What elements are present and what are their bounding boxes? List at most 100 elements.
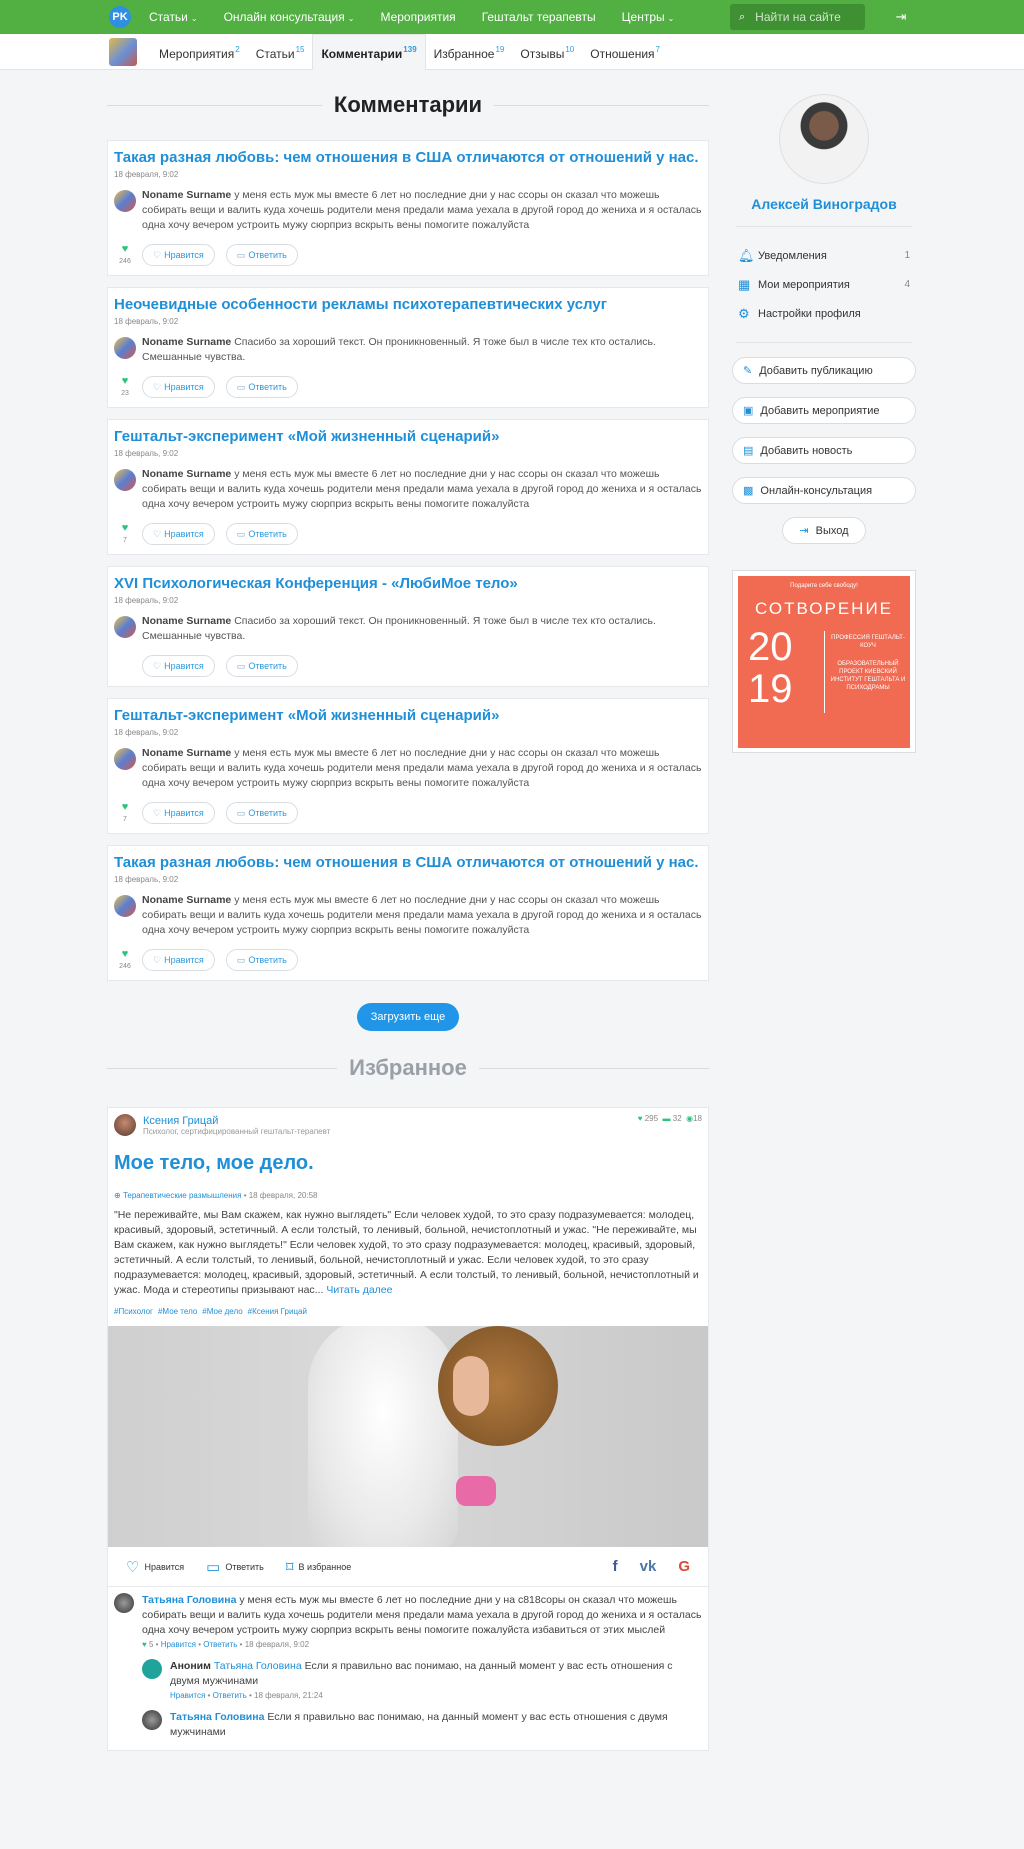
comments-heading: Комментарии [107, 92, 709, 118]
profile-avatar[interactable] [779, 94, 869, 184]
author-avatar[interactable] [114, 1114, 136, 1136]
ad-banner[interactable]: Подарите себе свободу! СОТВОРЕНИЕ 20 19 П… [732, 570, 916, 753]
comment-text: Noname Surname Спасибо за хороший текст.… [142, 615, 656, 642]
comment-post-title[interactable]: Неочевидные особенности рекламы психотер… [114, 296, 702, 314]
commenter-avatar[interactable] [114, 337, 136, 359]
nav-link-online-consult[interactable]: Онлайн консультация ⌄ [224, 10, 355, 24]
comment-reply: Татьяна Головина Если я правильно вас по… [142, 1710, 702, 1740]
like-button[interactable]: ♡ Нравится [142, 655, 215, 677]
tab-comments[interactable]: Комментарии 139 [312, 34, 426, 70]
commenter-avatar[interactable] [142, 1710, 162, 1730]
comment-date: 18 февраль, 9:02 [114, 317, 179, 326]
commenter-avatar[interactable] [114, 748, 136, 770]
heart-outline-icon: ♡ [153, 954, 162, 965]
nav-link-centers[interactable]: Центры ⌄ [622, 10, 675, 24]
gear-icon: ⚙ [738, 305, 750, 321]
commenter-avatar[interactable] [114, 190, 136, 212]
commenter-name[interactable]: Noname Surname [142, 894, 231, 906]
commenter-avatar[interactable] [114, 616, 136, 638]
google-icon[interactable]: G [678, 1558, 690, 1575]
commenter-name[interactable]: Noname Surname [142, 747, 231, 759]
like-button[interactable]: ♡ Нравится [142, 376, 215, 398]
reply-button[interactable]: ▭ Ответить [225, 802, 298, 824]
menu-notifications[interactable]: 🔔︎ Уведомления 1 [732, 241, 916, 270]
calendar-plus-icon: ▣ [743, 405, 754, 417]
like-button[interactable]: ♡ Нравится [142, 523, 215, 545]
reply-button[interactable]: ▭ Ответить [225, 244, 298, 266]
tag[interactable]: #Ксения Грицай [248, 1307, 307, 1316]
menu-profile-settings[interactable]: ⚙ Настройки профиля [732, 299, 916, 328]
article-title[interactable]: Мое тело, мое дело. [114, 1152, 702, 1175]
tag[interactable]: #Психолог [114, 1307, 153, 1316]
comment-card: XVI Психологическая Конференция - «ЛюбиМ… [107, 566, 709, 687]
read-more-link[interactable]: Читать далее [326, 1284, 392, 1296]
commenter-name[interactable]: Noname Surname [142, 336, 231, 348]
load-more-button[interactable]: Загрузить еще [357, 1003, 459, 1031]
add-event-button[interactable]: ▣ Добавить мероприятие [732, 397, 916, 424]
commenter-name[interactable]: Татьяна Головина [170, 1711, 264, 1723]
user-avatar[interactable] [109, 38, 137, 66]
like-button[interactable]: ♡ Нравится [142, 949, 215, 971]
vk-icon[interactable]: vk [640, 1558, 657, 1575]
reply-button[interactable]: ▭ Ответить [206, 1558, 264, 1576]
comment-icon: ▭ [236, 249, 246, 260]
site-logo[interactable]: PK [109, 6, 131, 28]
like-button[interactable]: ♡ Нравится [142, 244, 215, 266]
article-comments: Татьяна Головина у меня есть муж мы вмес… [108, 1587, 708, 1740]
favorite-article-card: Ксения Грицай Психолог, сертифицированны… [107, 1107, 709, 1751]
reply-button[interactable]: ▭ Ответить [225, 523, 298, 545]
tab-articles[interactable]: Статьи 15 [248, 36, 313, 70]
add-news-button[interactable]: ▤ Добавить новость [732, 437, 916, 464]
commenter-avatar[interactable] [114, 895, 136, 917]
reply-button[interactable]: ▭ Ответить [225, 655, 298, 677]
tab-reviews[interactable]: Отзывы 10 [512, 36, 582, 70]
like-button[interactable]: ♡ Нравится [126, 1558, 184, 1576]
comment-date: 18 февраль, 9:02 [114, 596, 179, 605]
article-category[interactable]: ⊕ Терапевтические размышления [114, 1191, 241, 1200]
author-name[interactable]: Ксения Грицай [143, 1115, 330, 1127]
comment-like-link[interactable]: Нравится [170, 1691, 205, 1700]
comment-post-title[interactable]: Такая разная любовь: чем отношения в США… [114, 149, 702, 167]
search-icon: ⌕ [739, 10, 746, 23]
commenter-avatar[interactable] [114, 469, 136, 491]
heart-icon: ♥ [121, 800, 129, 813]
nav-link-articles[interactable]: Статьи ⌄ [149, 10, 198, 24]
profile-name[interactable]: Алексей Виноградов [732, 196, 916, 212]
comment-reply-link[interactable]: Ответить [203, 1640, 237, 1649]
comment-post-title[interactable]: XVI Психологическая Конференция - «ЛюбиМ… [114, 575, 702, 593]
logout-button[interactable]: ⇥ Выход [782, 517, 866, 544]
tag[interactable]: #Мое тело [158, 1307, 197, 1316]
like-button[interactable]: ♡ Нравится [142, 802, 215, 824]
menu-my-events[interactable]: ▦ Мои мероприятия 4 [732, 270, 916, 299]
reply-to-link[interactable]: Татьяна Головина [214, 1660, 302, 1672]
commenter-avatar[interactable] [114, 1593, 134, 1613]
comment-like-link[interactable]: Нравится [161, 1640, 196, 1649]
comment-text: Noname Surname у меня есть муж мы вместе… [142, 894, 702, 936]
logout-icon[interactable]: ⇥ [887, 9, 915, 25]
edit-icon: ✎ [743, 365, 753, 377]
comment-reply-link[interactable]: Ответить [213, 1691, 247, 1700]
article-tags: #Психолог #Мое тело #Мое дело #Ксения Грица… [114, 1307, 702, 1316]
online-consult-button[interactable]: ▩ Онлайн-консультация [732, 477, 916, 504]
nav-link-therapists[interactable]: Гештальт терапевты [482, 10, 596, 24]
favorite-button[interactable]: ⌑ В избранное [286, 1558, 351, 1576]
commenter-name[interactable]: Noname Surname [142, 615, 231, 627]
comment-post-title[interactable]: Такая разная любовь: чем отношения в США… [114, 854, 702, 872]
commenter-name[interactable]: Noname Surname [142, 189, 231, 201]
commenter-name[interactable]: Татьяна Головина [142, 1594, 236, 1606]
nav-link-events[interactable]: Мероприятия [380, 10, 455, 24]
comment-post-title[interactable]: Гештальт-эксперимент «Мой жизненный сцен… [114, 707, 702, 725]
comment-post-title[interactable]: Гештальт-эксперимент «Мой жизненный сцен… [114, 428, 702, 446]
tab-favorites[interactable]: Избранное 19 [426, 36, 513, 70]
comment-card: Такая разная любовь: чем отношения в США… [107, 140, 709, 276]
reply-button[interactable]: ▭ Ответить [225, 376, 298, 398]
tab-events[interactable]: Мероприятия 2 [151, 36, 248, 70]
facebook-icon[interactable]: f [613, 1558, 618, 1575]
comment-icon: ▭ [236, 381, 246, 392]
reply-button[interactable]: ▭ Ответить [225, 949, 298, 971]
commenter-name[interactable]: Noname Surname [142, 468, 231, 480]
add-publication-button[interactable]: ✎ Добавить публикацию [732, 357, 916, 384]
tag[interactable]: #Мое дело [202, 1307, 242, 1316]
search-input[interactable]: ⌕ Найти на сайте [730, 4, 865, 30]
tab-relations[interactable]: Отношения 7 [582, 36, 668, 70]
